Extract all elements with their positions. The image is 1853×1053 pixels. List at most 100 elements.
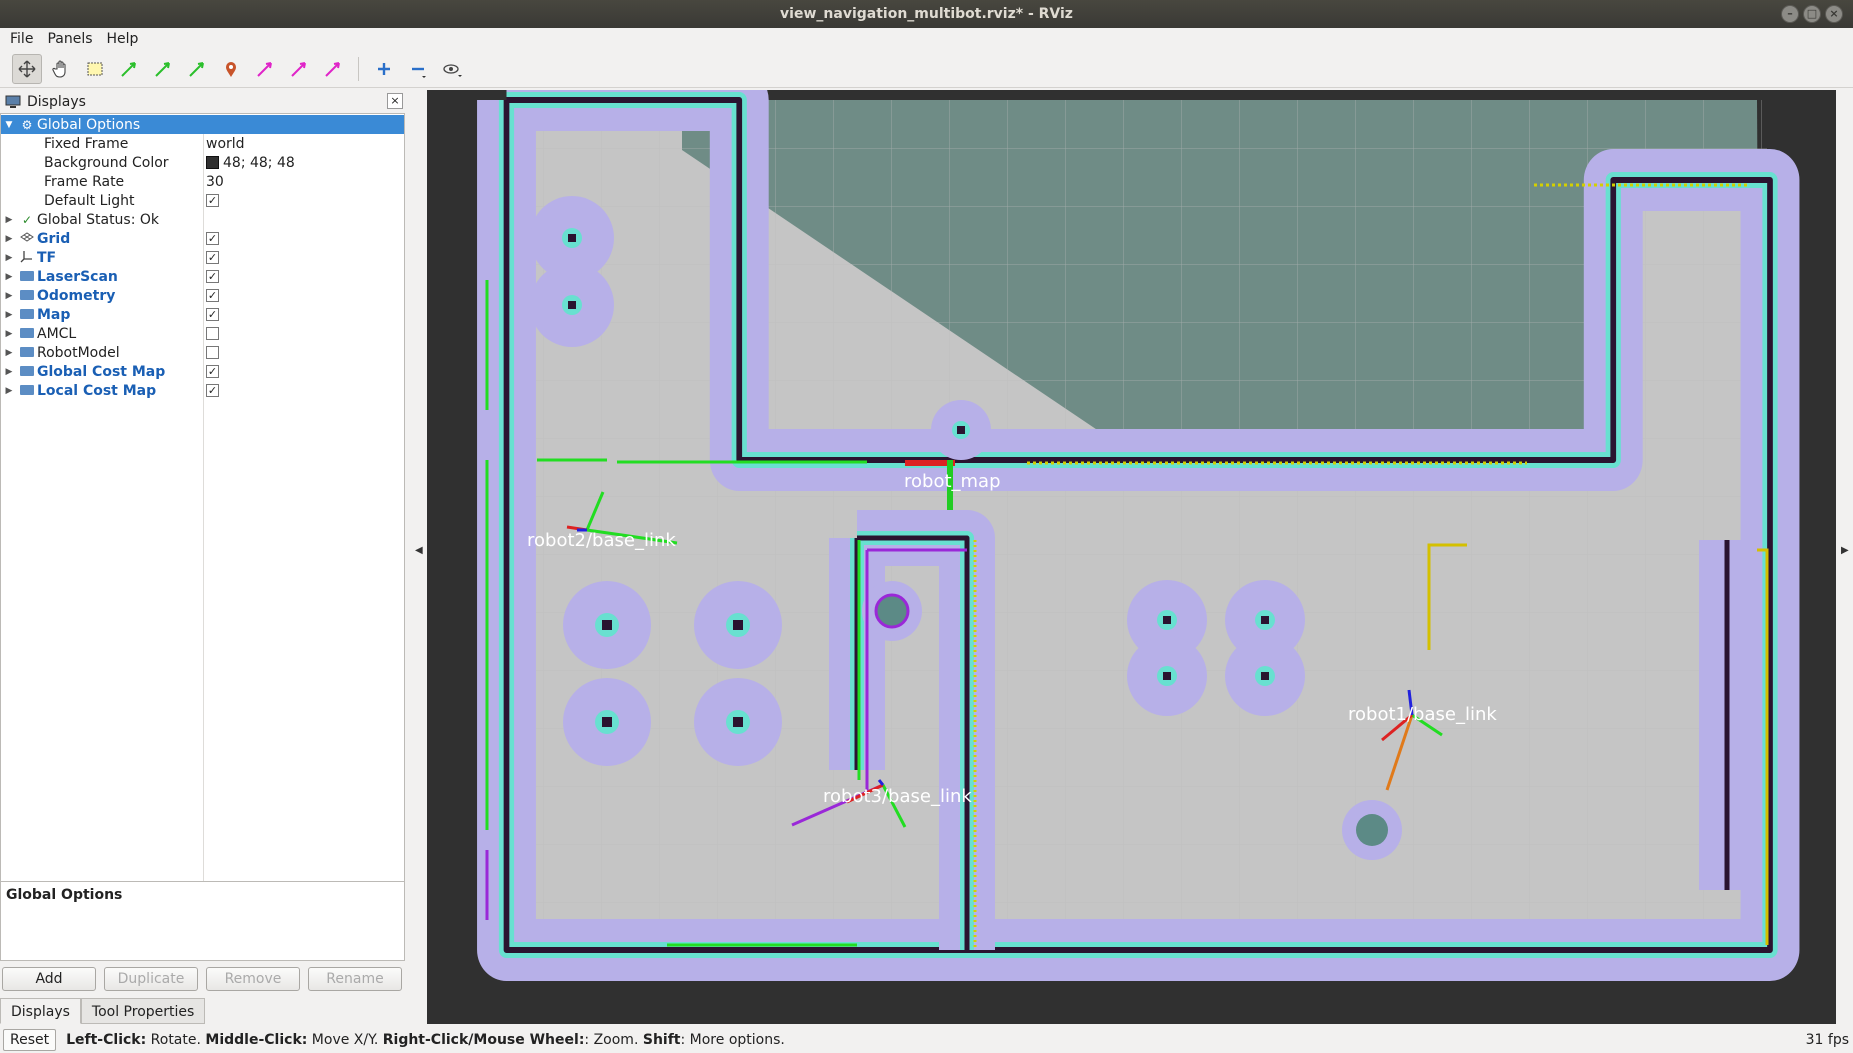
checkbox[interactable]: ✓	[206, 232, 219, 245]
select-icon[interactable]	[80, 54, 110, 84]
add-tool-icon[interactable]	[369, 54, 399, 84]
color-swatch[interactable]	[206, 156, 219, 169]
tree-item-odometry[interactable]: ▶ Odometry ✓	[1, 286, 404, 305]
maximize-icon[interactable]: □	[1803, 5, 1821, 23]
folder-icon	[20, 384, 34, 395]
hint-key: Shift	[642, 1032, 681, 1048]
expand-arrow-icon[interactable]: ▼	[1, 120, 17, 130]
remove-button[interactable]: Remove	[206, 967, 300, 991]
tree-item-amcl[interactable]: ▶ AMCL	[1, 324, 404, 343]
grid-overlay	[497, 100, 1767, 950]
property-fixed-frame[interactable]: Fixed Frame world	[1, 134, 404, 153]
monitor-icon	[5, 95, 21, 108]
2d-nav-goal-icon[interactable]	[182, 54, 212, 84]
checkbox[interactable]: ✓	[206, 308, 219, 321]
checkbox[interactable]: ✓	[206, 194, 219, 207]
display-buttons: Add Duplicate Remove Rename	[2, 967, 402, 991]
expand-arrow-icon[interactable]: ▶	[1, 253, 17, 263]
tree-item-label: Grid	[37, 230, 71, 247]
property-value[interactable]: world	[206, 136, 245, 152]
remove-tool-icon[interactable]	[403, 54, 433, 84]
property-description-box: Global Options	[0, 881, 405, 961]
tree-item-global-options[interactable]: ▼ ⚙ Global Options	[1, 115, 404, 134]
menu-panels[interactable]: Panels	[47, 28, 92, 50]
checkbox[interactable]: ✓	[206, 365, 219, 378]
folder-icon	[20, 346, 34, 357]
tree-item-grid[interactable]: ▶ Grid ✓	[1, 229, 404, 248]
tree-item-local-cost-map[interactable]: ▶ Local Cost Map ✓	[1, 381, 404, 400]
property-default-light[interactable]: Default Light ✓	[1, 191, 404, 210]
collapse-right-icon[interactable]: ▶	[1841, 545, 1849, 556]
2d-pose-estimate-icon[interactable]	[114, 54, 144, 84]
expand-arrow-icon[interactable]: ▶	[1, 329, 17, 339]
toolbar	[0, 50, 1853, 88]
minimize-icon[interactable]: –	[1781, 5, 1799, 23]
collapse-left-icon[interactable]: ◀	[415, 545, 423, 556]
camera-view-icon[interactable]	[437, 54, 467, 84]
2d-nav-goal-icon[interactable]	[284, 54, 314, 84]
tab-displays[interactable]: Displays	[0, 998, 81, 1024]
publish-point-icon[interactable]	[216, 54, 246, 84]
expand-arrow-icon[interactable]: ▶	[1, 272, 17, 282]
checkbox[interactable]: ✓	[206, 384, 219, 397]
move-camera-icon[interactable]	[12, 53, 42, 84]
interact-icon[interactable]	[46, 54, 76, 84]
expand-arrow-icon[interactable]: ▶	[1, 348, 17, 358]
hint-key: Left-Click:	[66, 1032, 147, 1048]
map-render[interactable]: robot2/base_link robot1/base_link robot3…	[427, 90, 1836, 1024]
tree-item-label: Local Cost Map	[37, 382, 157, 399]
checkbox[interactable]: ✓	[206, 251, 219, 264]
property-label: Fixed Frame	[44, 135, 129, 152]
property-value[interactable]: 30	[206, 174, 224, 190]
property-label: Background Color	[44, 154, 169, 171]
expand-arrow-icon[interactable]: ▶	[1, 291, 17, 301]
tree-item-tf[interactable]: ▶ TF ✓	[1, 248, 404, 267]
folder-icon	[20, 289, 34, 300]
tree-item-label: RobotModel	[37, 344, 120, 361]
property-value[interactable]: 48; 48; 48	[223, 155, 295, 171]
expand-arrow-icon[interactable]: ▶	[1, 310, 17, 320]
close-icon[interactable]: ×	[387, 93, 403, 109]
tree-item-global-status[interactable]: ▶ ✓ Global Status: Ok	[1, 210, 404, 229]
tree-item-laserscan[interactable]: ▶ LaserScan ✓	[1, 267, 404, 286]
tree-item-label: Global Options	[37, 116, 141, 133]
grid-icon	[17, 231, 37, 246]
panel-tabs: Displays Tool Properties	[0, 998, 206, 1024]
tree-item-global-cost-map[interactable]: ▶ Global Cost Map ✓	[1, 362, 404, 381]
2d-nav-goal-icon[interactable]	[318, 54, 348, 84]
property-frame-rate[interactable]: Frame Rate 30	[1, 172, 404, 191]
render-viewport[interactable]: robot2/base_link robot1/base_link robot3…	[427, 90, 1836, 1024]
gear-icon: ⚙	[21, 117, 33, 132]
menu-file[interactable]: File	[10, 28, 33, 50]
add-button[interactable]: Add	[2, 967, 96, 991]
robot1-tf-label: robot1/base_link	[1348, 704, 1497, 725]
checkbox[interactable]: ✓	[206, 289, 219, 302]
menu-help[interactable]: Help	[107, 28, 139, 50]
property-background-color[interactable]: Background Color 48; 48; 48	[1, 153, 404, 172]
tree-item-label: AMCL	[37, 325, 77, 342]
checkbox[interactable]	[206, 346, 219, 359]
property-label: Default Light	[44, 192, 135, 209]
fps-readout: 31 fps	[1805, 1032, 1849, 1048]
2d-nav-goal-icon[interactable]	[148, 54, 178, 84]
displays-tree: ▼ ⚙ Global Options Fixed Frame world Bac…	[0, 113, 405, 961]
tree-item-map[interactable]: ▶ Map ✓	[1, 305, 404, 324]
close-icon[interactable]: ×	[1825, 5, 1843, 23]
expand-arrow-icon[interactable]: ▶	[1, 215, 17, 225]
expand-arrow-icon[interactable]: ▶	[1, 386, 17, 396]
tab-tool-properties[interactable]: Tool Properties	[80, 998, 206, 1024]
checkbox[interactable]	[206, 327, 219, 340]
expand-arrow-icon[interactable]: ▶	[1, 367, 17, 377]
checkbox[interactable]: ✓	[206, 270, 219, 283]
tree-item-robotmodel[interactable]: ▶ RobotModel	[1, 343, 404, 362]
folder-icon	[20, 365, 34, 376]
duplicate-button[interactable]: Duplicate	[104, 967, 198, 991]
reset-button[interactable]: Reset	[3, 1029, 57, 1051]
tree-item-label: TF	[37, 249, 57, 266]
hint-key: Right-Click/Mouse Wheel:	[382, 1032, 585, 1048]
2d-pose-estimate-icon[interactable]	[250, 54, 280, 84]
rename-button[interactable]: Rename	[308, 967, 402, 991]
status-hint: Left-Click: Rotate. Middle-Click: Move X…	[66, 1032, 785, 1048]
expand-arrow-icon[interactable]: ▶	[1, 234, 17, 244]
hint-text: : Zoom.	[584, 1032, 643, 1048]
